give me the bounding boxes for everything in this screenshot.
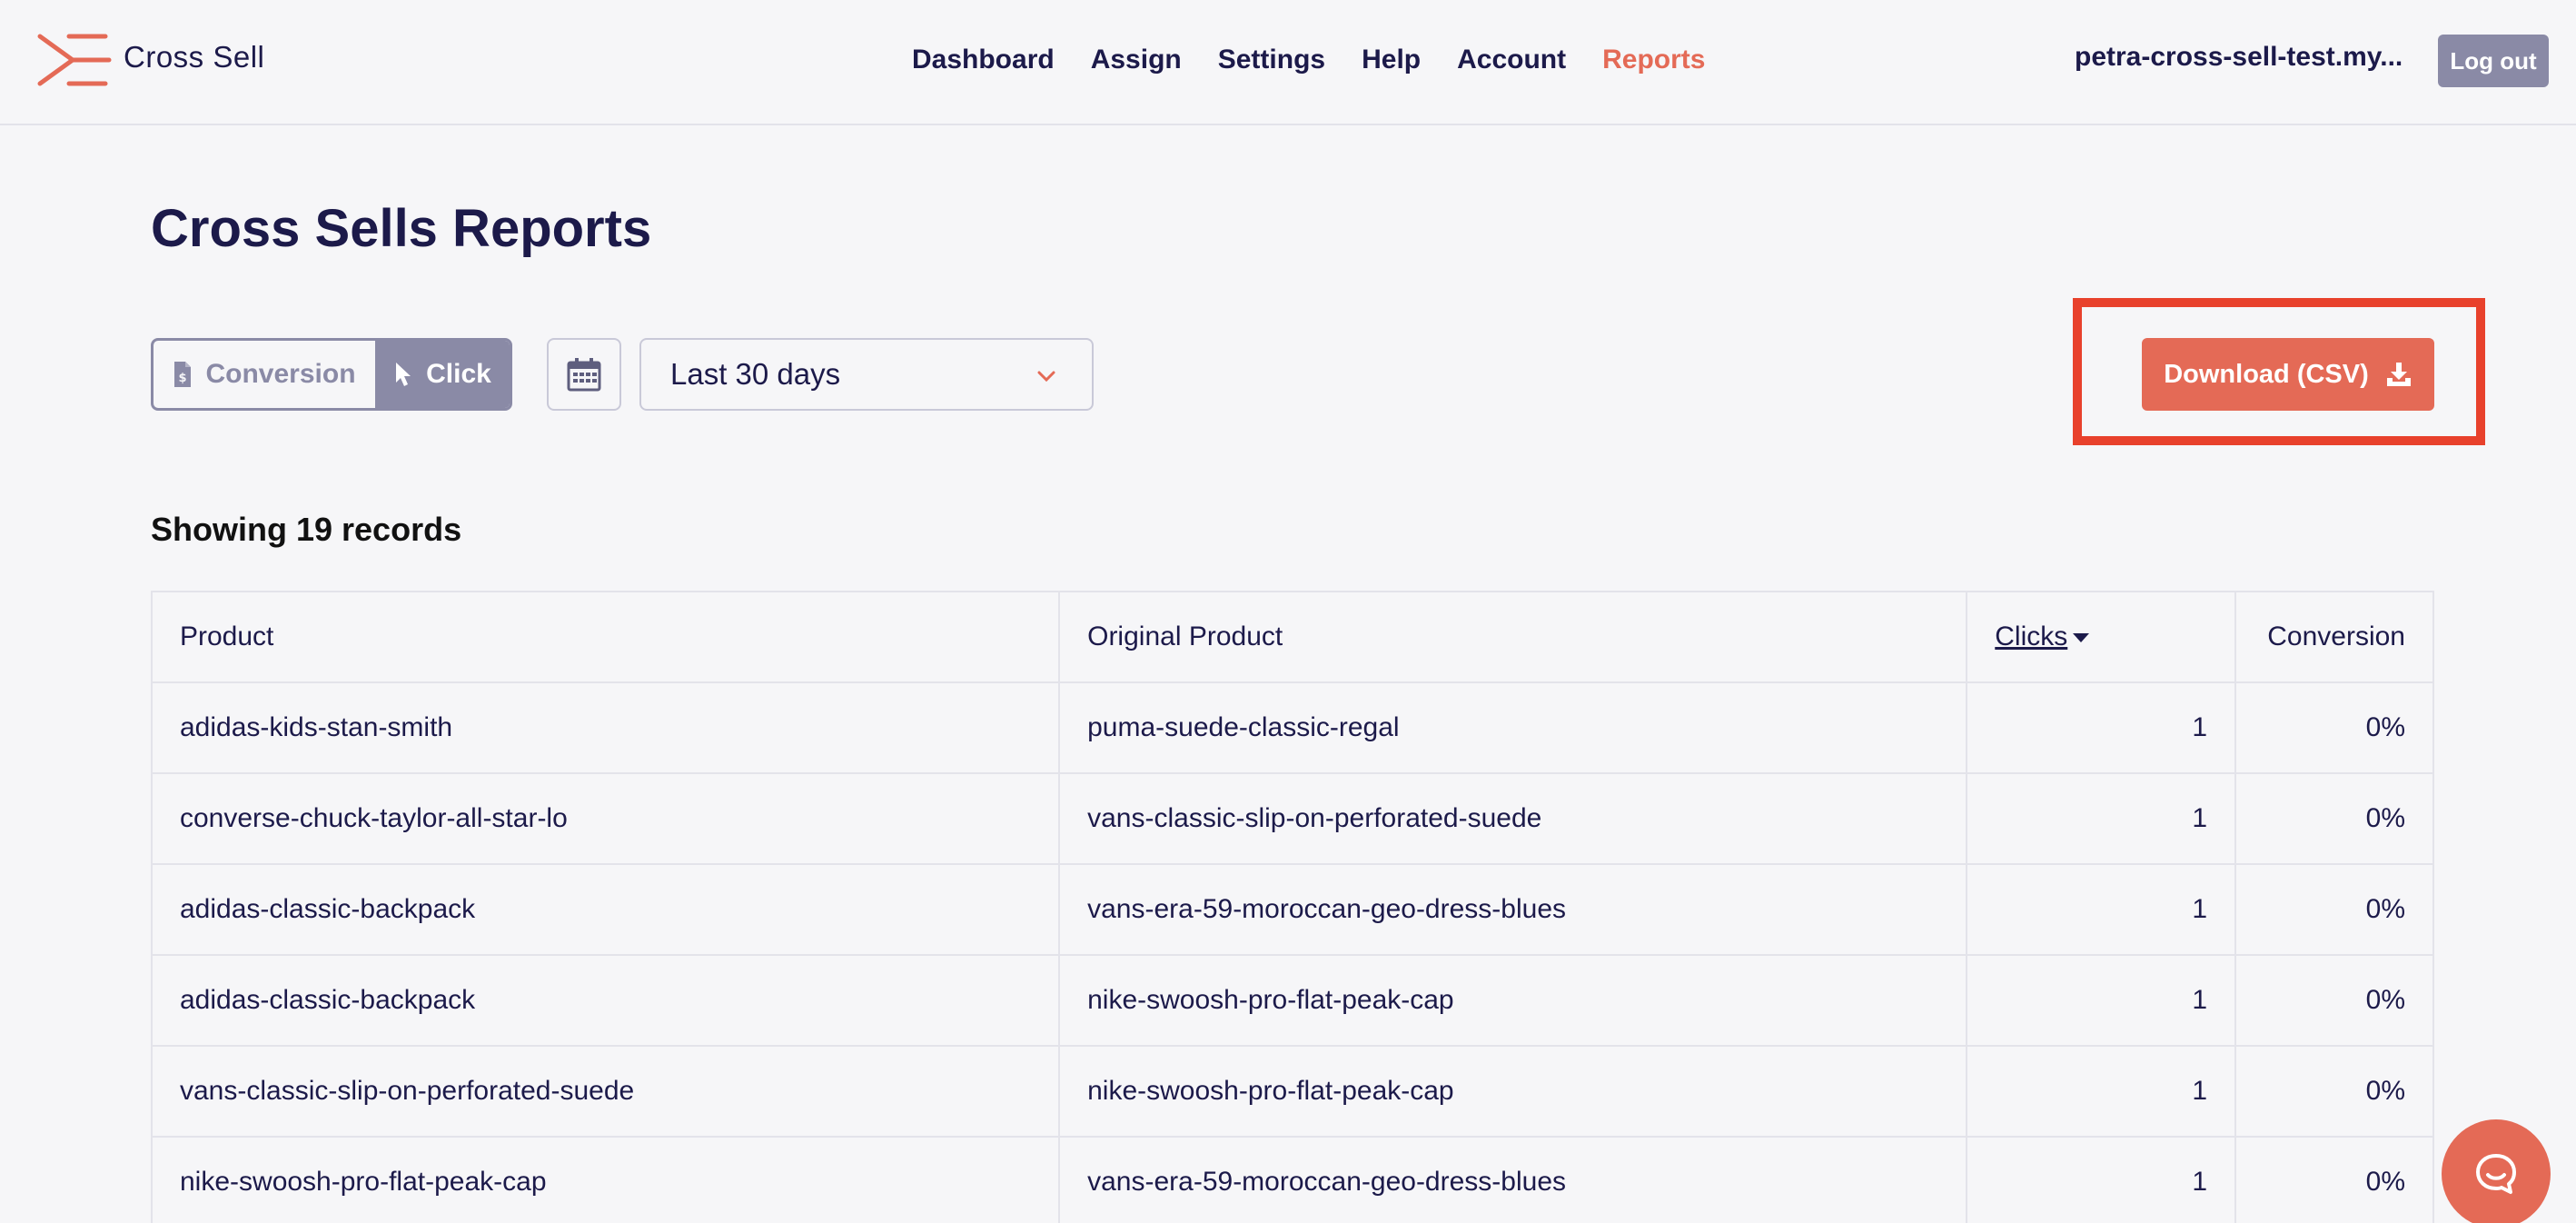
cell-original-product: puma-suede-classic-regal: [1058, 681, 1968, 774]
cell-product: adidas-classic-backpack: [150, 863, 1061, 956]
cell-clicks: 1: [1966, 772, 2236, 865]
calendar-icon: [567, 358, 601, 392]
cell-conversion: 0%: [2234, 1045, 2434, 1138]
calendar-button[interactable]: [547, 338, 621, 411]
cell-product: converse-chuck-taylor-all-star-lo: [150, 772, 1061, 865]
table-header-row: Product Original Product Clicks Conversi…: [150, 591, 2434, 683]
toggle-conversion[interactable]: $ Conversion: [154, 341, 375, 408]
main-nav: Dashboard Assign Settings Help Account R…: [912, 40, 1705, 80]
nav-account[interactable]: Account: [1457, 45, 1566, 75]
cell-product: nike-swoosh-pro-flat-peak-cap: [150, 1136, 1061, 1223]
chevron-down-icon: [1037, 371, 1055, 383]
chat-support-button[interactable]: [2442, 1119, 2551, 1223]
cell-clicks: 1: [1966, 1045, 2236, 1138]
toggle-click[interactable]: Click: [375, 341, 510, 408]
cell-original-product: nike-swoosh-pro-flat-peak-cap: [1058, 954, 1968, 1047]
download-csv-button[interactable]: Download (CSV): [2142, 338, 2434, 411]
cell-conversion: 0%: [2234, 954, 2434, 1047]
nav-assign[interactable]: Assign: [1091, 45, 1182, 75]
top-header: Cross Sell Dashboard Assign Settings Hel…: [0, 0, 2576, 125]
table-row: adidas-classic-backpack vans-era-59-moro…: [150, 863, 2434, 956]
cell-clicks: 1: [1966, 681, 2236, 774]
app-name: Cross Sell: [124, 40, 265, 74]
cell-conversion: 0%: [2234, 1136, 2434, 1223]
date-range-select[interactable]: Last 30 days: [639, 338, 1094, 411]
cell-original-product: nike-swoosh-pro-flat-peak-cap: [1058, 1045, 1968, 1138]
download-csv-label: Download (CSV): [2164, 359, 2369, 389]
reports-table: Product Original Product Clicks Conversi…: [150, 591, 2434, 1223]
cell-original-product: vans-classic-slip-on-perforated-suede: [1058, 772, 1968, 865]
shop-name: petra-cross-sell-test.my...: [2075, 42, 2402, 72]
table-row: vans-classic-slip-on-perforated-suede ni…: [150, 1045, 2434, 1138]
cell-product: adidas-classic-backpack: [150, 954, 1061, 1047]
cell-clicks: 1: [1966, 863, 2236, 956]
nav-dashboard[interactable]: Dashboard: [912, 45, 1055, 75]
cell-conversion: 0%: [2234, 772, 2434, 865]
chat-icon: [2476, 1154, 2516, 1194]
cursor-pointer-icon: [396, 363, 411, 386]
cell-original-product: vans-era-59-moroccan-geo-dress-blues: [1058, 863, 1968, 956]
nav-settings[interactable]: Settings: [1218, 45, 1325, 75]
metric-toggle: $ Conversion Click: [151, 338, 512, 411]
cell-conversion: 0%: [2234, 681, 2434, 774]
cell-product: vans-classic-slip-on-perforated-suede: [150, 1045, 1061, 1138]
cell-product: adidas-kids-stan-smith: [150, 681, 1061, 774]
cell-conversion: 0%: [2234, 863, 2434, 956]
header-clicks[interactable]: Clicks: [1966, 591, 2236, 683]
dollar-document-icon: $: [174, 362, 192, 387]
date-range-value: Last 30 days: [670, 357, 841, 391]
toggle-click-label: Click: [426, 359, 491, 389]
table-row: adidas-kids-stan-smith puma-suede-classi…: [150, 681, 2434, 774]
cell-original-product: vans-era-59-moroccan-geo-dress-blues: [1058, 1136, 1968, 1223]
header-product: Product: [150, 591, 1061, 683]
table-row: nike-swoosh-pro-flat-peak-cap vans-era-5…: [150, 1136, 2434, 1223]
page-title: Cross Sells Reports: [151, 199, 652, 258]
nav-reports[interactable]: Reports: [1602, 45, 1705, 75]
cell-clicks: 1: [1966, 1136, 2236, 1223]
svg-text:$: $: [179, 372, 187, 385]
toggle-conversion-label: Conversion: [205, 359, 356, 389]
header-conversion: Conversion: [2234, 591, 2434, 683]
logout-button[interactable]: Log out: [2438, 35, 2549, 87]
clicks-sort-link[interactable]: Clicks: [1995, 621, 2067, 651]
records-count: Showing 19 records: [151, 511, 462, 548]
cross-sell-logo-icon[interactable]: [36, 33, 113, 87]
nav-help[interactable]: Help: [1362, 45, 1421, 75]
cell-clicks: 1: [1966, 954, 2236, 1047]
header-original-product: Original Product: [1058, 591, 1968, 683]
table-row: adidas-classic-backpack nike-swoosh-pro-…: [150, 954, 2434, 1047]
sort-desc-icon: [2073, 633, 2090, 643]
download-icon: [2386, 363, 2411, 386]
table-row: converse-chuck-taylor-all-star-lo vans-c…: [150, 772, 2434, 865]
